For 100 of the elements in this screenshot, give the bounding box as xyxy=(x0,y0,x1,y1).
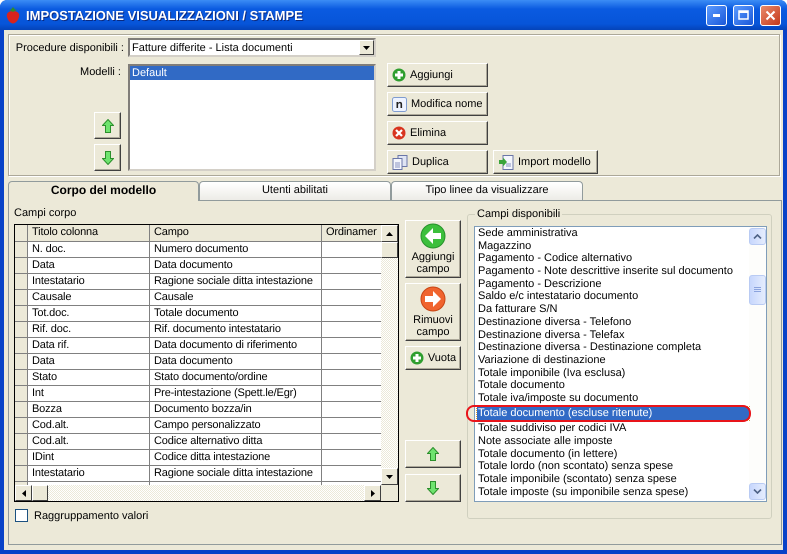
arrow-down-icon xyxy=(427,481,439,495)
horizontal-scrollbar[interactable] xyxy=(15,485,381,501)
list-item[interactable]: Saldo e/c intestatario documento xyxy=(477,290,749,304)
row-header[interactable] xyxy=(15,402,28,418)
scroll-thumb[interactable] xyxy=(749,275,766,305)
row-header[interactable] xyxy=(15,434,28,450)
checkbox[interactable] xyxy=(15,509,28,522)
list-item[interactable]: Totale imponibile (Iva esclusa) xyxy=(477,366,749,380)
procedure-dropdown[interactable]: Fatture differite - Lista documenti xyxy=(128,38,376,57)
scroll-up-icon xyxy=(386,232,393,236)
column-header[interactable]: Ordinamer xyxy=(322,225,381,242)
tab[interactable]: Corpo del modello xyxy=(8,181,199,201)
scroll-right-button[interactable] xyxy=(364,485,381,501)
table-cell: Data documento xyxy=(150,354,322,370)
list-item[interactable]: Totale iva/imposte su documento xyxy=(477,392,749,405)
table-cell: Codice alternativo ditta xyxy=(150,434,322,450)
table-cell: Data xyxy=(28,354,150,370)
scroll-up-icon xyxy=(753,234,762,239)
arrow-up-icon xyxy=(427,447,439,461)
arrow-left-icon xyxy=(420,223,446,249)
list-item[interactable]: Sede amministrativa xyxy=(477,227,749,240)
table-cell: Data documento di riferimento xyxy=(150,338,322,354)
scroll-left-icon xyxy=(22,490,26,496)
list-item[interactable]: Totale documento xyxy=(477,379,749,392)
list-item[interactable]: Variazione di destinazione xyxy=(477,354,749,367)
duplicate-button[interactable]: Duplica xyxy=(387,150,488,174)
list-item[interactable]: Pagamento - Descrizione xyxy=(477,278,749,290)
row-header[interactable] xyxy=(15,274,28,290)
column-header[interactable]: Titolo colonna xyxy=(28,225,150,242)
checkbox-label: Raggruppamento valori xyxy=(34,510,148,522)
tab[interactable]: Tipo linee da visualizzare xyxy=(391,181,583,200)
plus-icon xyxy=(392,68,406,82)
import-icon xyxy=(498,154,514,170)
table-cell: Documento bozza/in xyxy=(150,402,322,418)
close-icon xyxy=(765,10,776,20)
row-header[interactable] xyxy=(15,418,28,434)
row-header[interactable] xyxy=(15,354,28,370)
delete-button[interactable]: Elimina xyxy=(387,121,488,145)
list-item[interactable]: Pagamento - Codice alternativo xyxy=(477,252,749,266)
clear-button[interactable]: Vuota xyxy=(405,346,461,370)
list-item[interactable]: Note associate alle imposte xyxy=(477,435,749,448)
list-item[interactable]: Default xyxy=(130,66,374,80)
table-cell: Causale xyxy=(150,290,322,306)
table-cell: Causale xyxy=(28,290,150,306)
move-up-button[interactable] xyxy=(94,112,121,139)
scroll-left-button[interactable] xyxy=(15,485,32,501)
import-button[interactable]: Import modello xyxy=(493,150,598,174)
list-item[interactable]: Da fatturare S/N xyxy=(477,303,749,316)
table-cell: Stato xyxy=(28,370,150,386)
list-item[interactable]: Totale documento (in lettere) xyxy=(477,448,749,460)
grip-icon xyxy=(754,287,761,293)
close-button[interactable] xyxy=(760,4,781,26)
list-item[interactable]: Destinazione diversa - Destinazione completa xyxy=(477,341,749,354)
list-item[interactable]: Totale suddiviso per codici IVA xyxy=(477,422,749,435)
list-item[interactable]: Totale imposte (su imponibile senza spese) xyxy=(477,486,749,498)
row-header[interactable] xyxy=(15,338,28,354)
list-item[interactable]: Destinazione diversa - Telefono xyxy=(477,316,749,328)
scroll-right-icon xyxy=(370,490,374,496)
row-header[interactable] xyxy=(15,306,28,322)
corner-cell xyxy=(15,225,28,242)
list-item[interactable]: Totale documento (escluse ritenute) xyxy=(477,407,749,420)
list-item[interactable]: Magazzino xyxy=(477,240,749,252)
move-down-button[interactable] xyxy=(405,474,461,502)
move-down-button[interactable] xyxy=(94,144,121,171)
add-button[interactable]: Aggiungi xyxy=(387,63,488,87)
documents-icon xyxy=(392,154,408,170)
table-cell: Codice ditta intestazione xyxy=(150,450,322,466)
remove-field-button[interactable]: Rimuovi campo xyxy=(405,283,461,341)
row-header[interactable] xyxy=(15,258,28,274)
list-item[interactable]: Totale imponibile (scontato) senza spese xyxy=(477,473,749,486)
rename-button[interactable]: Modifica nome xyxy=(387,92,488,116)
tab[interactable]: Utenti abilitati xyxy=(199,181,391,200)
scroll-down-icon xyxy=(386,474,393,478)
available-fields-caption: Campi disponibili xyxy=(475,208,562,220)
table-cell: Numero documento xyxy=(150,242,322,258)
list-item[interactable]: Totale lordo (non scontato) senza spese xyxy=(477,460,749,474)
plus-icon xyxy=(410,351,424,365)
column-header[interactable]: Campo xyxy=(150,225,322,242)
row-header[interactable] xyxy=(15,242,28,258)
arrow-right-icon xyxy=(420,286,446,312)
table-cell: Data rif. xyxy=(28,338,150,354)
vertical-scrollbar[interactable] xyxy=(749,227,766,501)
row-header[interactable] xyxy=(15,386,28,402)
move-up-button[interactable] xyxy=(405,440,461,468)
maximize-button[interactable] xyxy=(733,4,754,26)
arrow-down-icon xyxy=(102,150,114,164)
row-header[interactable] xyxy=(15,290,28,306)
table-cell: Bozza xyxy=(28,402,150,418)
row-header[interactable] xyxy=(15,322,28,338)
dropdown-arrow-icon xyxy=(363,46,370,50)
list-item[interactable]: Destinazione diversa - Telefax xyxy=(477,328,749,342)
row-header[interactable] xyxy=(15,370,28,386)
list-item[interactable]: Pagamento - Note descrittive inserite sul documento xyxy=(477,265,749,278)
minimize-button[interactable] xyxy=(706,4,727,26)
table-cell: Int xyxy=(28,386,150,402)
row-header[interactable] xyxy=(15,450,28,466)
table-cell: Ragione sociale ditta intestazione xyxy=(150,274,322,290)
delete-icon xyxy=(392,126,406,140)
add-field-button[interactable]: Aggiungi campo xyxy=(405,220,461,278)
text-box-icon xyxy=(392,96,407,112)
